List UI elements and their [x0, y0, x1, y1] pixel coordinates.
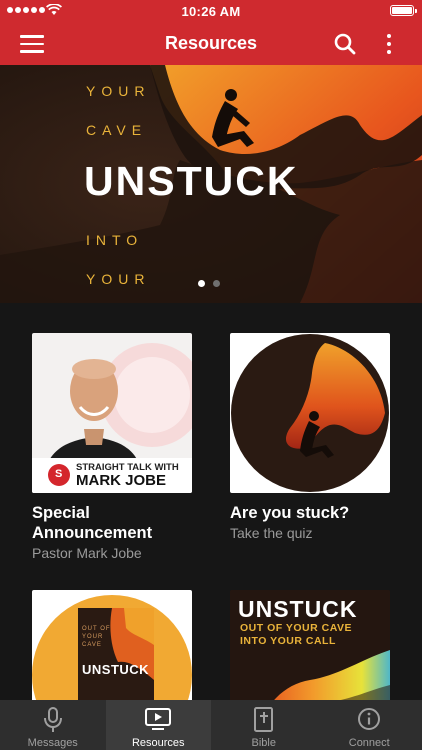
- microphone-icon: [43, 707, 62, 732]
- card-title: Special Announcement: [32, 504, 153, 542]
- hero-text-line-4: YOUR: [86, 271, 151, 287]
- more-options-icon[interactable]: [382, 31, 396, 57]
- book-small-line: YOUR: [82, 634, 104, 640]
- resource-card-are-you-stuck[interactable]: Are you stuck? Take the quiz: [230, 333, 390, 541]
- cave-circle-artwork: [231, 334, 389, 492]
- top-nav-bar: Resources: [0, 22, 422, 65]
- tab-label: Connect: [348, 737, 390, 749]
- tab-label: Messages: [27, 737, 78, 749]
- book-small-line: CAVE: [82, 642, 102, 648]
- card-title: Are you stuck?: [230, 504, 350, 522]
- search-icon[interactable]: [333, 32, 357, 56]
- card-thumbnail: [230, 333, 390, 493]
- card-thumbnail: S STRAIGHT TALK WITH MARK JOBE: [32, 333, 192, 493]
- carousel-dot[interactable]: [213, 280, 220, 287]
- carousel-page-indicator[interactable]: [198, 280, 220, 287]
- page-title: Resources: [164, 33, 258, 53]
- tab-label: Bible: [251, 737, 276, 749]
- straight-talk-logo: S: [55, 468, 63, 480]
- hero-text-line-2: CAVE: [86, 122, 148, 138]
- bible-icon: [253, 707, 273, 732]
- hero-headline: UNSTUCK: [84, 158, 299, 204]
- tab-connect[interactable]: Connect: [317, 700, 422, 750]
- book-small-line: OUT OF: [82, 626, 111, 632]
- battery-icon: [390, 5, 417, 16]
- card-subtitle: Take the quiz: [230, 525, 313, 541]
- tab-messages[interactable]: Messages: [0, 700, 106, 750]
- resource-card-special-announcement[interactable]: S STRAIGHT TALK WITH MARK JOBE Special A…: [32, 333, 192, 561]
- tab-resources[interactable]: Resources: [105, 700, 211, 750]
- status-time: 10:26 AM: [181, 4, 241, 19]
- series-title: UNSTUCK: [238, 596, 358, 622]
- card-subtitle: Pastor Mark Jobe: [32, 545, 142, 561]
- straight-talk-caption-bottom: MARK JOBE: [76, 472, 167, 489]
- book-title: UNSTUCK: [82, 662, 150, 677]
- hero-banner[interactable]: YOUR CAVE UNSTUCK INTO YOUR: [0, 65, 422, 303]
- tv-play-icon: [145, 708, 172, 730]
- bottom-tab-bar: Messages Resources Bible Connect: [0, 700, 422, 750]
- info-icon: [358, 708, 381, 730]
- series-subtitle-2: INTO YOUR CALL: [240, 635, 336, 647]
- hero-text-line-1: YOUR: [86, 83, 151, 99]
- carousel-dot-active[interactable]: [198, 280, 205, 287]
- series-subtitle-1: OUT OF YOUR CAVE: [240, 622, 353, 634]
- hero-text-line-3: INTO: [86, 232, 144, 248]
- tab-bible[interactable]: Bible: [211, 700, 317, 750]
- book-small-text: OUT OF YOUR CAVE: [82, 625, 111, 649]
- status-bar: 10:26 AM: [0, 0, 422, 22]
- tab-label: Resources: [131, 737, 185, 749]
